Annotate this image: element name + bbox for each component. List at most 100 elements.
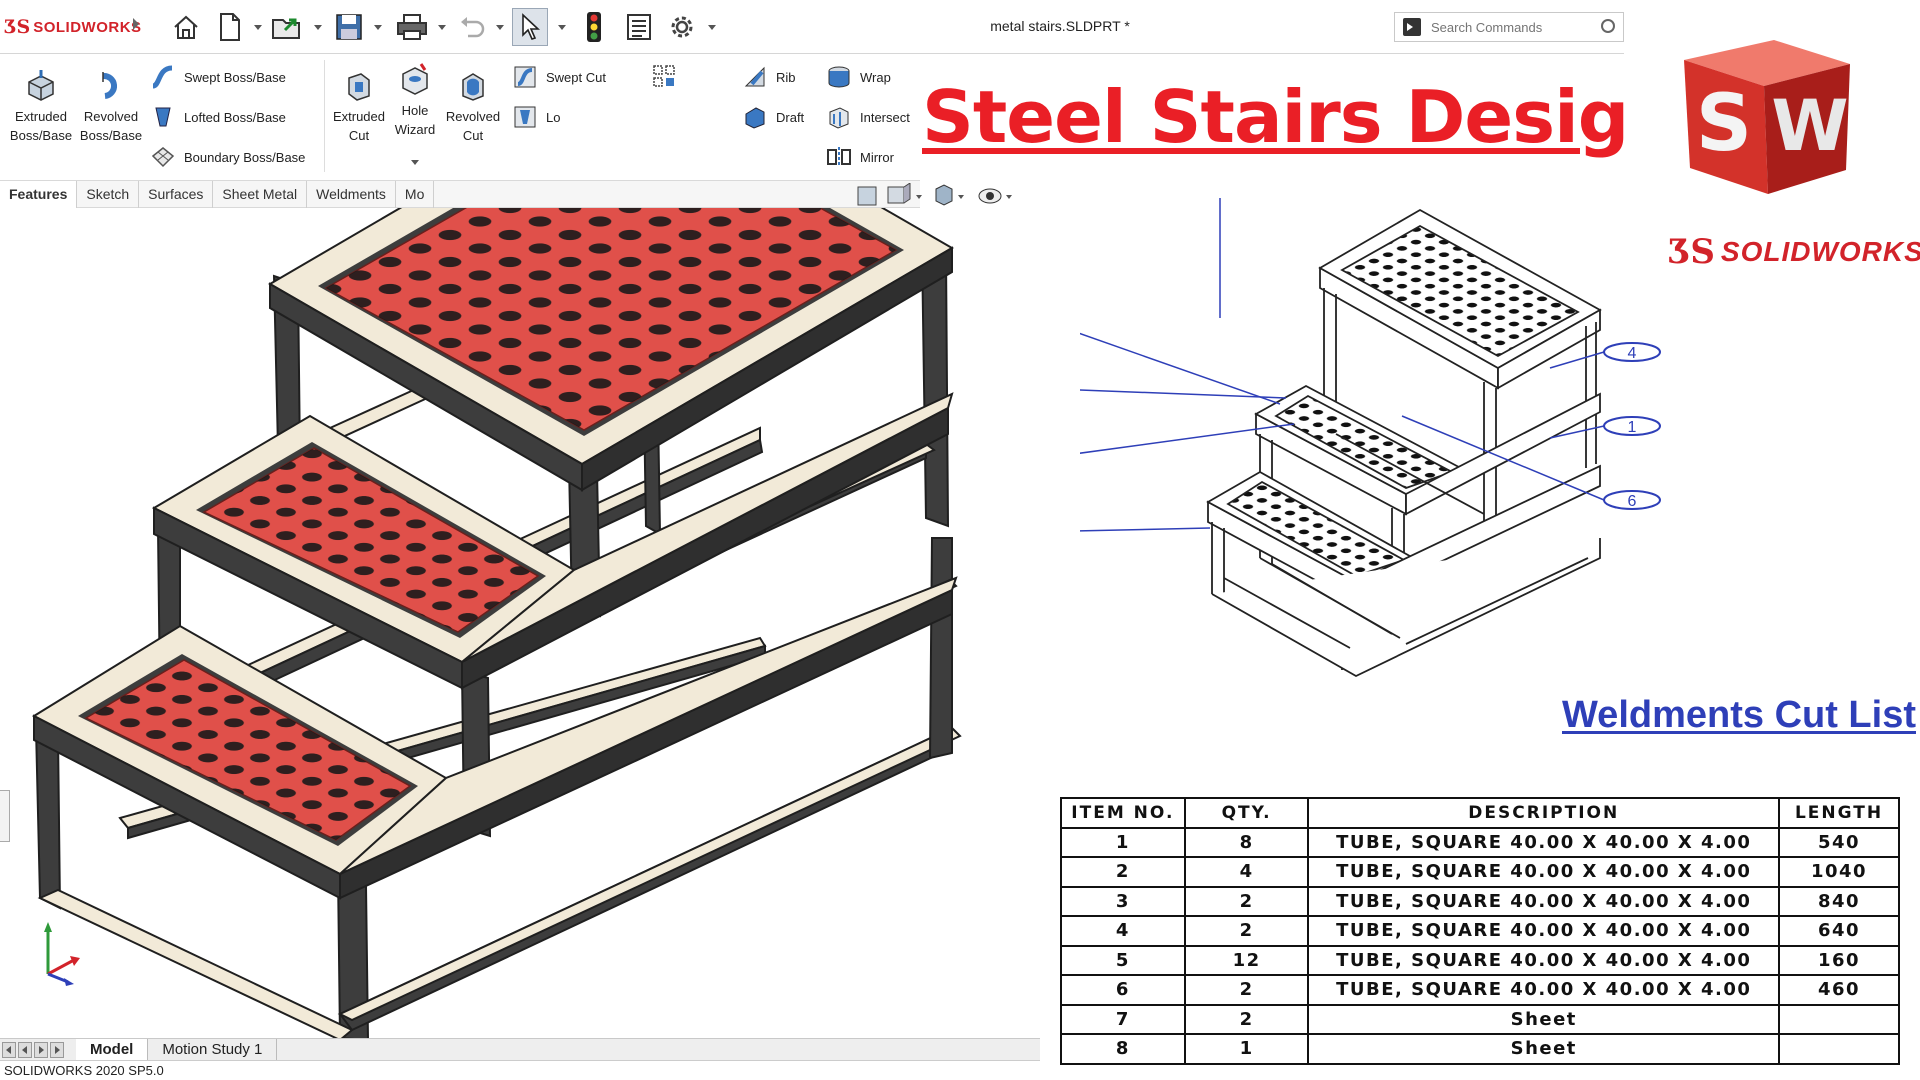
column-header-item-no: ITEM NO. <box>1060 797 1186 829</box>
cell-item: 8 <box>1060 1033 1186 1065</box>
cell-item: 3 <box>1060 885 1186 917</box>
extruded-boss-label-2: Boss/Base <box>9 128 73 143</box>
menu-expand-arrow-icon[interactable] <box>133 18 139 30</box>
hide-show-items-icon <box>978 188 1002 204</box>
save-dropdown-caret-icon[interactable] <box>374 25 382 30</box>
revolved-cut-button[interactable]: Revolved Cut <box>438 68 508 145</box>
linear-pattern-icon <box>652 64 678 90</box>
revolved-boss-label-1: Revolved <box>83 109 139 124</box>
cell-qty: 2 <box>1183 974 1310 1006</box>
cell-qty: 2 <box>1183 885 1310 917</box>
tab-weldments[interactable]: Weldments <box>307 181 396 208</box>
cell-item: 5 <box>1060 944 1186 976</box>
search-commands-box[interactable] <box>1394 12 1624 42</box>
rebuild-icon[interactable] <box>580 8 608 46</box>
title-bar: ƷS SOLIDWORKS metal stairs.SLDPRT * Sear… <box>0 0 1624 54</box>
search-icon[interactable] <box>1601 19 1615 33</box>
solidworks-logo[interactable]: ƷS SOLIDWORKS <box>4 14 142 40</box>
home-icon[interactable] <box>168 8 204 46</box>
revolved-boss-button[interactable]: Revolved Boss/Base <box>76 68 146 145</box>
boundary-boss-icon <box>150 144 176 170</box>
open-icon[interactable] <box>268 8 308 46</box>
logo-letter-s: S <box>1696 79 1752 169</box>
stairs-3d-model[interactable] <box>0 66 1040 1042</box>
boundary-boss-button[interactable]: Boundary Boss/Base <box>150 142 305 172</box>
swept-boss-button[interactable]: Swept Boss/Base <box>150 62 286 92</box>
column-header-length: LENGTH <box>1778 797 1900 829</box>
tab-features[interactable]: Features <box>0 181 78 208</box>
column-header-qty: QTY. <box>1183 797 1310 829</box>
lofted-cut-button[interactable]: Lo <box>512 102 560 132</box>
draft-icon <box>742 104 768 130</box>
new-document-icon[interactable] <box>214 8 246 46</box>
lofted-cut-label: Lo <box>546 109 561 125</box>
reference-triad-icon <box>40 918 90 986</box>
cell-length: 1040 <box>1778 856 1900 888</box>
options-icon[interactable] <box>664 8 700 46</box>
lofted-boss-button[interactable]: Lofted Boss/Base <box>150 102 286 132</box>
cell-description: TUBE, SQUARE 40.00 X 40.00 X 4.00 <box>1307 885 1781 917</box>
cell-length: 460 <box>1778 974 1900 1006</box>
undo-dropdown-caret-icon[interactable] <box>496 25 504 30</box>
draft-button[interactable]: Draft <box>742 102 804 132</box>
mirror-button[interactable]: Mirror <box>826 142 894 172</box>
intersect-button[interactable]: Intersect <box>826 102 910 132</box>
cut-list-heading: Weldments Cut List <box>1562 694 1916 736</box>
tab-sheet-metal[interactable]: Sheet Metal <box>213 181 308 208</box>
print-icon[interactable] <box>392 8 432 46</box>
extruded-boss-button[interactable]: Extruded Boss/Base <box>6 68 76 145</box>
swept-boss-label: Swept Boss/Base <box>184 69 286 85</box>
tab-mold-tools[interactable]: Mo <box>396 181 435 208</box>
cell-description: Sheet <box>1307 1003 1781 1035</box>
svg-text:1: 1 <box>1628 419 1637 436</box>
previous-tab-icon[interactable] <box>18 1041 32 1058</box>
cell-qty: 2 <box>1183 1003 1310 1035</box>
command-icon <box>1403 18 1421 36</box>
mirror-icon <box>826 144 852 170</box>
cell-description: TUBE, SQUARE 40.00 X 40.00 X 4.00 <box>1307 944 1781 976</box>
rib-button[interactable]: Rib <box>742 62 796 92</box>
first-tab-icon[interactable] <box>2 1041 16 1058</box>
undo-icon[interactable] <box>454 8 490 46</box>
boundary-boss-label: Boundary Boss/Base <box>184 149 306 165</box>
heads-up-view-toolbar <box>850 182 1040 209</box>
tab-sketch[interactable]: Sketch <box>77 181 140 208</box>
graphics-area[interactable] <box>0 66 1040 1042</box>
wrap-icon <box>826 64 852 90</box>
search-input[interactable] <box>1431 19 1601 35</box>
wrap-button[interactable]: Wrap <box>826 62 891 92</box>
swept-cut-icon <box>512 64 538 90</box>
cell-description: Sheet <box>1307 1033 1781 1065</box>
next-tab-icon[interactable] <box>34 1041 48 1058</box>
extruded-boss-icon <box>23 68 59 104</box>
cell-length: 160 <box>1778 944 1900 976</box>
feature-manager-collapse-handle[interactable] <box>0 790 10 842</box>
print-dropdown-caret-icon[interactable] <box>438 25 446 30</box>
swept-boss-icon <box>150 64 176 90</box>
file-properties-icon[interactable] <box>622 8 656 46</box>
cell-description: TUBE, SQUARE 40.00 X 40.00 X 4.00 <box>1307 974 1781 1006</box>
cell-item: 6 <box>1060 974 1186 1006</box>
tab-surfaces[interactable]: Surfaces <box>139 181 214 208</box>
tab-model[interactable]: Model <box>76 1038 149 1061</box>
cell-length: 840 <box>1778 885 1900 917</box>
cell-length <box>1778 1003 1900 1035</box>
last-tab-icon[interactable] <box>50 1041 64 1058</box>
table-row: 1 8 TUBE, SQUARE 40.00 X 40.00 X 4.00 540 <box>1060 826 1900 858</box>
open-dropdown-caret-icon[interactable] <box>314 25 322 30</box>
save-icon[interactable] <box>330 8 368 46</box>
revolved-cut-label-1: Revolved <box>445 109 501 124</box>
cell-qty: 4 <box>1183 856 1310 888</box>
cell-qty: 12 <box>1183 944 1310 976</box>
new-dropdown-caret-icon[interactable] <box>254 25 262 30</box>
hole-wizard-dropdown-icon[interactable] <box>411 160 419 165</box>
column-header-description: DESCRIPTION <box>1307 797 1781 829</box>
linear-pattern-button[interactable] <box>652 62 678 92</box>
swept-cut-button[interactable]: Swept Cut <box>512 62 606 92</box>
tab-motion-study[interactable]: Motion Study 1 <box>148 1038 278 1061</box>
rib-label: Rib <box>776 69 796 85</box>
select-icon[interactable] <box>512 8 548 46</box>
select-dropdown-caret-icon[interactable] <box>558 25 566 30</box>
cell-length: 640 <box>1778 915 1900 947</box>
options-dropdown-caret-icon[interactable] <box>708 25 716 30</box>
